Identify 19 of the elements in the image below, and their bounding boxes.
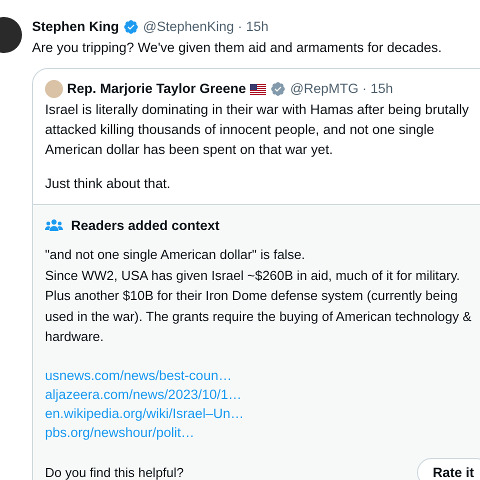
source-link[interactable]: aljazeera.com/news/2023/10/1… <box>45 384 242 404</box>
quoted-tweet-card[interactable] <box>32 68 480 480</box>
author-name[interactable]: Stephen King <box>32 17 119 37</box>
quoted-text: Israel is literally dominating in their war with Hamas after being brutally attacked killing thousands of innocent people, and not one single American dollar has been spent on that war yet. <box>45 101 470 159</box>
helpful-question: Do you find this helpful? <box>45 464 184 480</box>
tweet-text: Are you tripping? We've given them aid and armaments for decades. <box>32 39 443 57</box>
people-icon <box>45 219 63 233</box>
context-text: "and not one single American dollar" is false. Since WW2, USA has given Israel ~$260B in aid, much of it for military. Plus another $10B for their Iron Dome defense system (currently being used in the war). The grants require the buying of American technology & hardware. <box>45 246 472 346</box>
author-name: Rep. Marjorie Taylor Greene <box>67 80 246 98</box>
flag-icon <box>250 84 266 94</box>
source-link[interactable]: usnews.com/news/best-coun… <box>45 366 232 384</box>
rate-button[interactable]: Rate it <box>416 458 480 480</box>
source-link[interactable]: pbs.org/newshour/polit… <box>45 422 194 442</box>
avatar <box>45 80 63 98</box>
source-link[interactable]: en.wikipedia.org/wiki/Israel–Un… <box>45 404 244 422</box>
quoted-text: Just think about that. <box>45 175 172 193</box>
author-handle[interactable]: @StephenKing · 15h <box>143 17 269 37</box>
author-handle: @RepMTG · 15h <box>290 80 394 98</box>
context-heading: Readers added context <box>71 217 220 235</box>
